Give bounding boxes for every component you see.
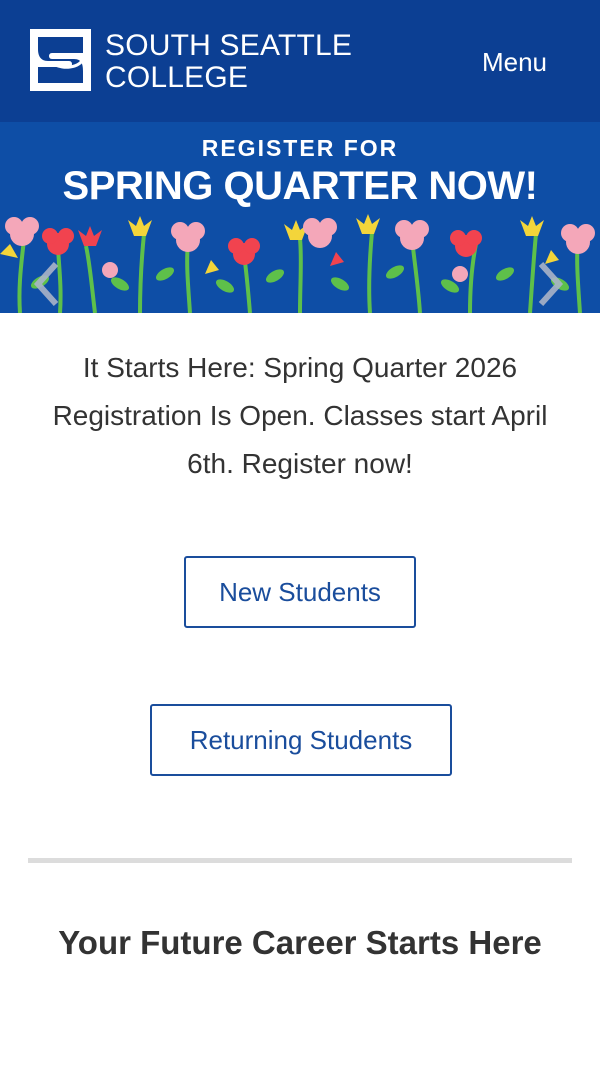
new-students-button[interactable]: New Students xyxy=(184,556,416,628)
logo-line-1: SOUTH SEATTLE xyxy=(105,29,353,62)
logo-wordmark: SOUTH SEATTLE COLLEGE xyxy=(105,30,352,94)
logo-line-2: COLLEGE xyxy=(105,61,249,94)
logo-s-icon xyxy=(30,29,91,91)
site-header: SOUTH SEATTLE COLLEGE Menu xyxy=(0,0,600,122)
flowers-illustration xyxy=(0,214,595,313)
registration-intro-text: It Starts Here: Spring Quarter 2026 Regi… xyxy=(52,352,548,479)
college-logo[interactable]: SOUTH SEATTLE COLLEGE xyxy=(30,29,352,94)
banner-kicker: REGISTER FOR xyxy=(201,135,399,161)
carousel-prev-arrow[interactable] xyxy=(32,260,62,308)
career-section-heading: Your Future Career Starts Here xyxy=(58,924,542,961)
carousel-next-arrow[interactable] xyxy=(535,260,565,308)
section-divider xyxy=(28,858,572,863)
banner-headline: SPRING QUARTER NOW! xyxy=(62,164,538,208)
returning-students-button[interactable]: Returning Students xyxy=(150,704,452,776)
menu-button[interactable]: Menu xyxy=(482,47,547,77)
hero-carousel: REGISTER FOR SPRING QUARTER NOW! xyxy=(0,122,600,313)
